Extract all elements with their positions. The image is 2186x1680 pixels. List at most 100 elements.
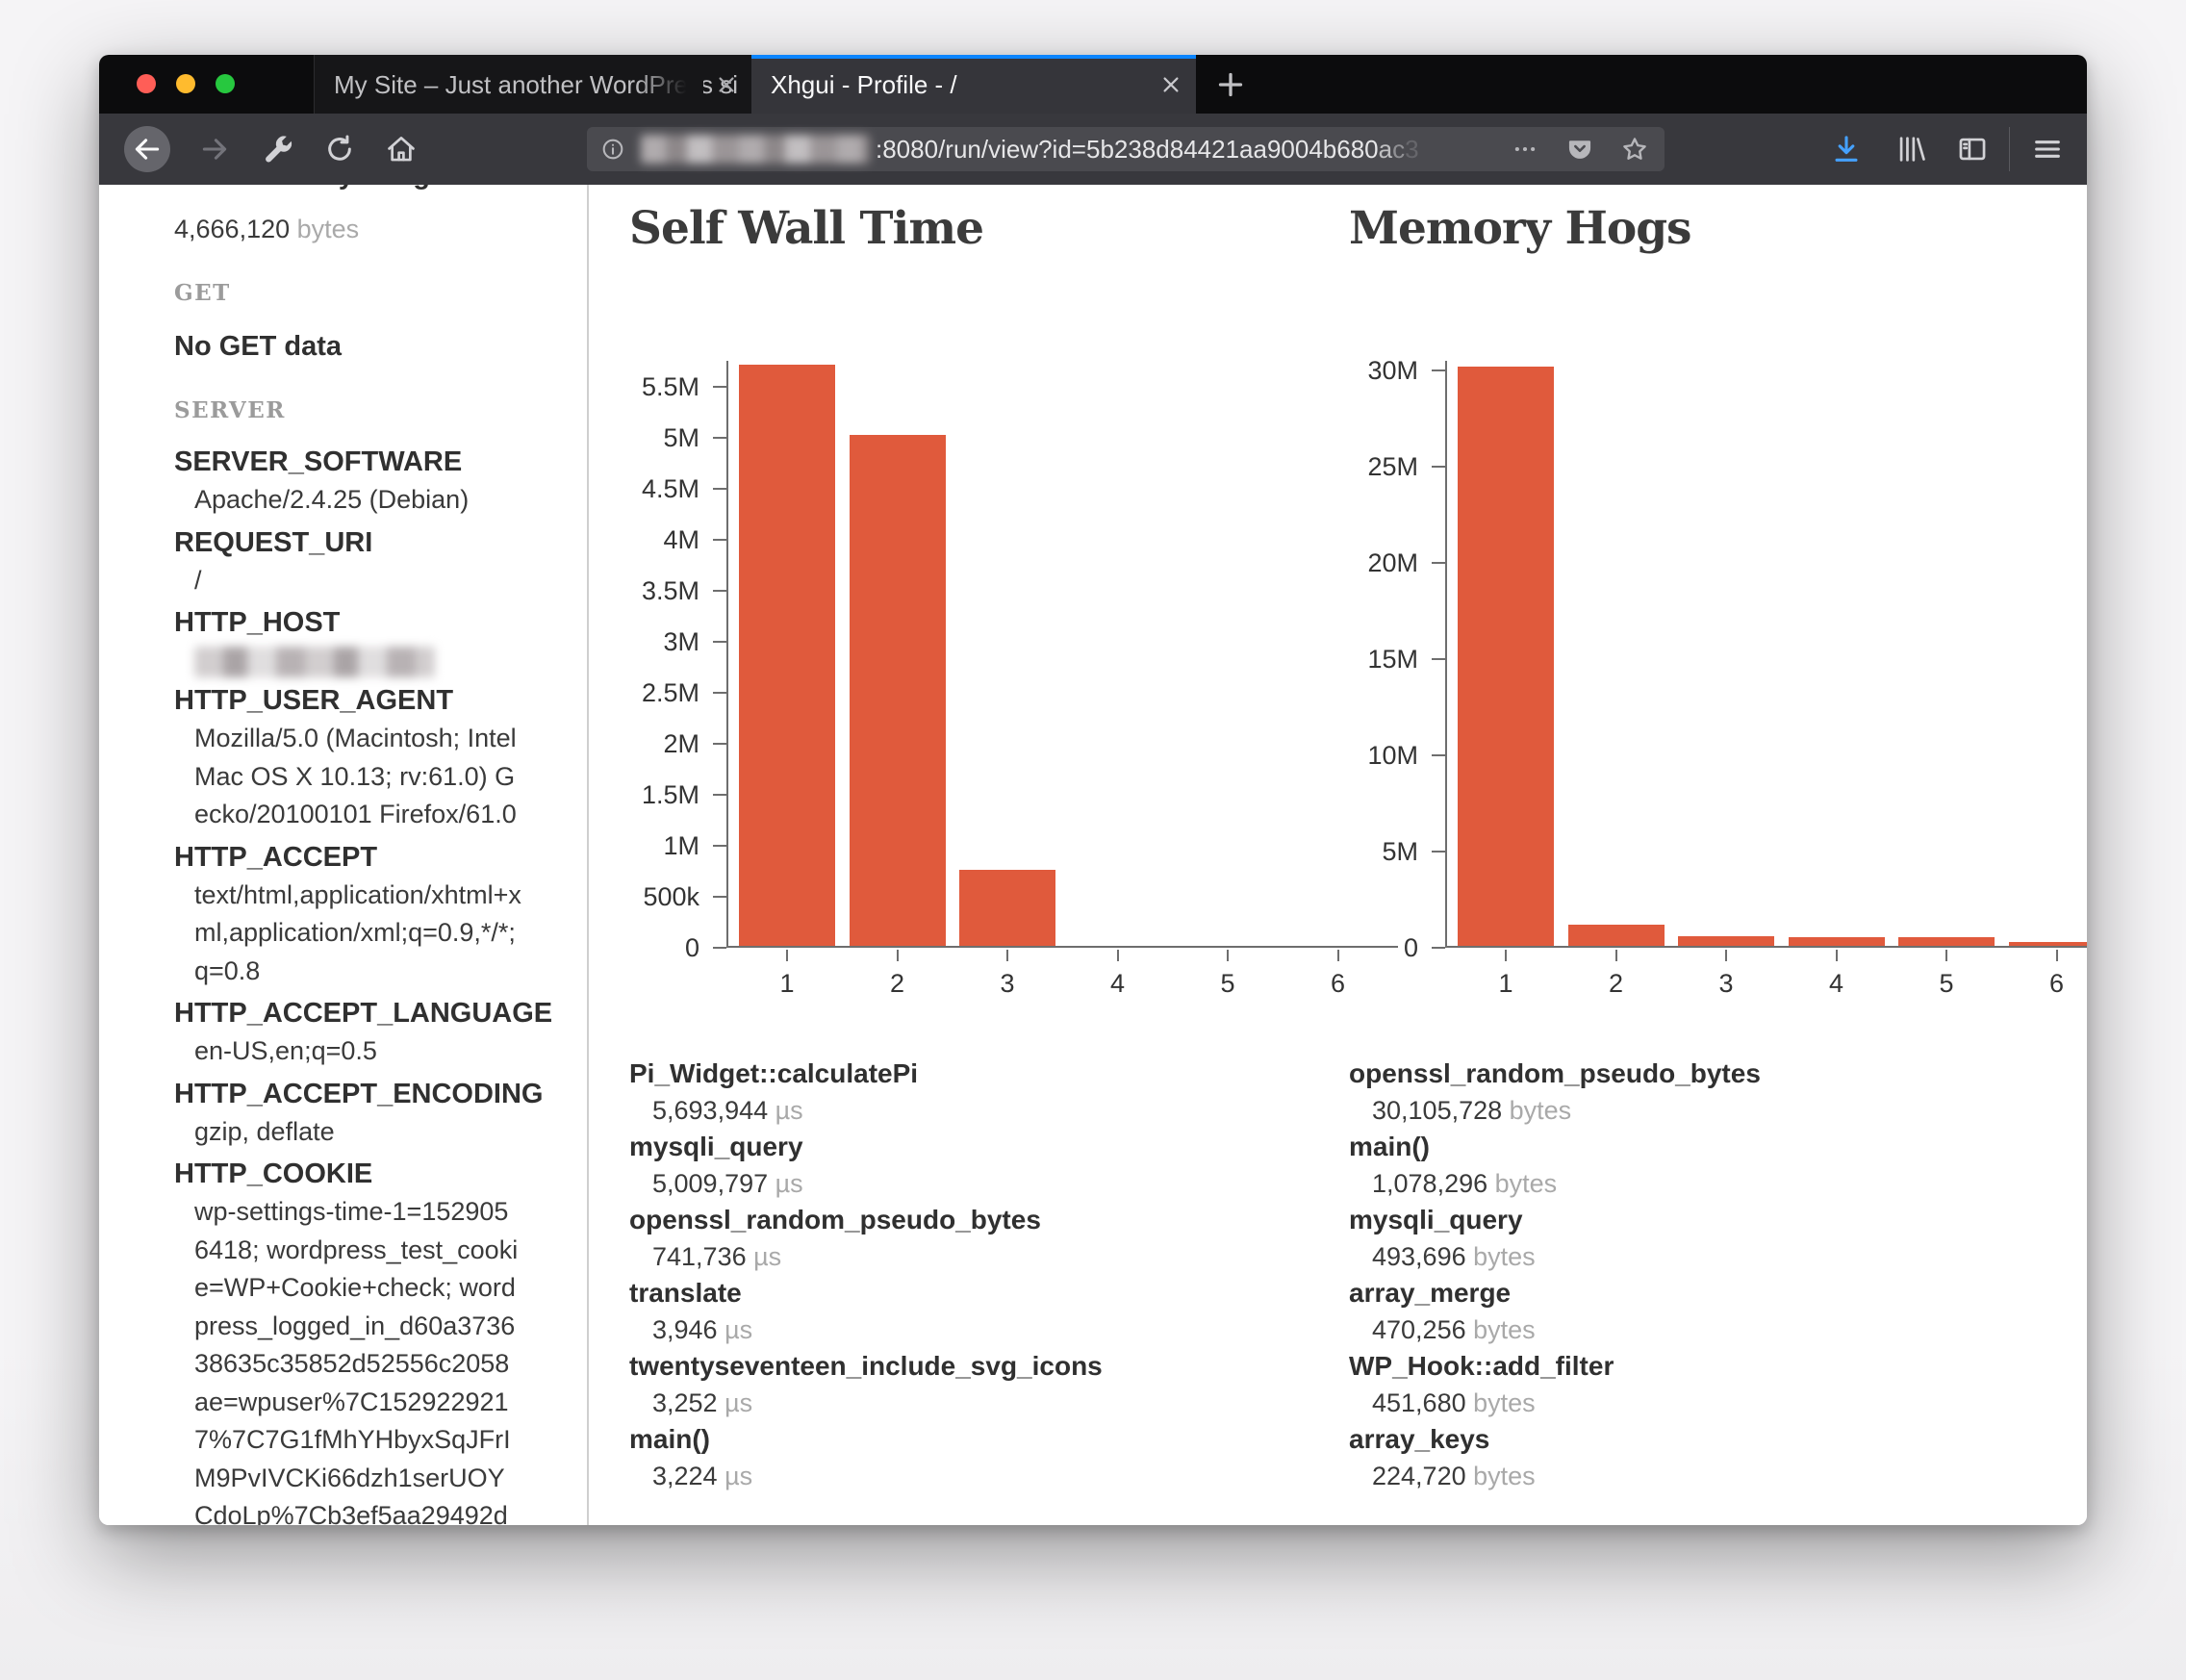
library-icon[interactable] xyxy=(1894,133,1927,165)
window-controls xyxy=(99,55,314,114)
x-tick-mark xyxy=(1725,950,1727,961)
y-tick-mark xyxy=(1432,466,1445,468)
reload-icon[interactable] xyxy=(323,133,356,165)
x-tick-mark xyxy=(1227,950,1229,961)
y-tick-label: 4.5M xyxy=(592,471,699,507)
close-tab-icon[interactable] xyxy=(713,71,740,98)
x-tick-mark xyxy=(1836,950,1838,961)
y-tick-label: 2.5M xyxy=(592,675,699,711)
x-tick-mark xyxy=(2056,950,2058,961)
y-tick-mark xyxy=(1432,562,1445,564)
url-bar[interactable]: :8080/run/view?id=5b238d84421aa9004b680a… xyxy=(587,127,1665,171)
wrench-icon[interactable] xyxy=(261,133,293,165)
bookmark-star-icon[interactable] xyxy=(1620,135,1649,164)
server-key: HTTP_ACCEPT_ENCODING xyxy=(174,1075,587,1113)
y-tick-mark xyxy=(713,386,726,388)
y-tick-label: 2M xyxy=(592,725,699,762)
x-tick-label: 2 xyxy=(1578,965,1655,1002)
site-info-icon[interactable] xyxy=(600,137,625,162)
y-tick-mark xyxy=(1432,947,1445,949)
tab-bar: My Site – Just another WordPress si Xhgu… xyxy=(99,55,2087,114)
y-tick-mark xyxy=(713,641,726,643)
y-tick-label: 25M xyxy=(1310,448,1418,485)
close-tab-icon[interactable] xyxy=(1157,71,1184,98)
new-tab-button[interactable] xyxy=(1213,67,1248,102)
navigation-toolbar: :8080/run/view?id=5b238d84421aa9004b680a… xyxy=(99,114,2087,185)
tab-wordpress-site[interactable]: My Site – Just another WordPress si xyxy=(314,55,752,114)
back-button[interactable] xyxy=(124,126,170,172)
y-tick-mark xyxy=(713,590,726,592)
server-key: HTTP_ACCEPT_LANGUAGE xyxy=(174,994,587,1032)
function-value: 5,693,944 µs xyxy=(629,1092,1103,1129)
home-icon[interactable] xyxy=(385,133,418,165)
function-name: main() xyxy=(1349,1129,1761,1165)
blurred-host-value xyxy=(194,647,435,677)
profile-sidebar: Peak Memory Usage 4,666,120 bytes GET No… xyxy=(99,185,589,1525)
y-tick-mark xyxy=(713,845,726,847)
downloads-icon[interactable] xyxy=(1830,133,1863,165)
server-value: en-US,en;q=0.5 xyxy=(194,1032,521,1071)
y-tick-label: 20M xyxy=(1310,545,1418,581)
function-value: 741,736 µs xyxy=(629,1238,1103,1275)
toolbar-separator xyxy=(2009,127,2010,171)
menu-hamburger-icon[interactable] xyxy=(2031,133,2064,165)
bar xyxy=(1898,937,1995,946)
memory-hogs-chart: 05M10M15M20M25M30M123456 xyxy=(1445,361,2087,948)
y-tick-label: 1M xyxy=(592,827,699,864)
browser-window: My Site – Just another WordPress si Xhgu… xyxy=(99,55,2087,1525)
function-value: 3,252 µs xyxy=(629,1385,1103,1421)
url-text: :8080/run/view?id=5b238d84421aa9004b680a… xyxy=(876,127,1419,172)
y-tick-mark xyxy=(713,743,726,745)
get-section-heading: GET xyxy=(174,277,587,310)
self-wall-time-title: Self Wall Time xyxy=(629,202,983,255)
zoom-window-button[interactable] xyxy=(216,74,235,93)
tab-xhgui-profile[interactable]: Xhgui - Profile - / xyxy=(751,55,1196,114)
bar xyxy=(1568,925,1665,946)
x-tick-label: 2 xyxy=(859,965,936,1002)
function-value: 493,696 bytes xyxy=(1349,1238,1761,1275)
y-tick-label: 1.5M xyxy=(592,776,699,813)
y-tick-label: 10M xyxy=(1310,737,1418,774)
function-name: mysqli_query xyxy=(1349,1202,1761,1238)
pocket-icon[interactable] xyxy=(1566,136,1593,163)
server-value: Apache/2.4.25 (Debian) xyxy=(194,481,521,520)
x-tick-label: 4 xyxy=(1080,965,1157,1002)
forward-button[interactable] xyxy=(198,133,231,165)
function-name: WP_Hook::add_filter xyxy=(1349,1348,1761,1385)
x-tick-label: 1 xyxy=(749,965,826,1002)
server-value: wp-settings-time-1=1529056418; wordpress… xyxy=(194,1193,521,1525)
y-tick-mark xyxy=(713,488,726,490)
function-name: array_keys xyxy=(1349,1421,1761,1458)
function-value: 451,680 bytes xyxy=(1349,1385,1761,1421)
x-tick-mark xyxy=(1117,950,1119,961)
x-tick-label: 6 xyxy=(1300,965,1377,1002)
y-tick-mark xyxy=(713,539,726,541)
function-value: 3,946 µs xyxy=(629,1311,1103,1348)
y-tick-label: 500k xyxy=(592,878,699,915)
y-axis-line xyxy=(1445,361,1447,948)
y-tick-label: 15M xyxy=(1310,641,1418,677)
function-name: translate xyxy=(629,1275,1103,1311)
x-tick-label: 3 xyxy=(1688,965,1765,1002)
x-tick-mark xyxy=(1006,950,1008,961)
y-tick-label: 5M xyxy=(592,420,699,456)
server-key: SERVER_SOFTWARE xyxy=(174,443,587,481)
sidebar-toggle-icon[interactable] xyxy=(1956,133,1989,165)
function-name: array_merge xyxy=(1349,1275,1761,1311)
x-tick-label: 1 xyxy=(1467,965,1544,1002)
y-tick-mark xyxy=(713,794,726,796)
blurred-hostname xyxy=(641,135,870,164)
y-tick-label: 30M xyxy=(1310,352,1418,389)
server-key: REQUEST_URI xyxy=(174,523,587,562)
function-name: mysqli_query xyxy=(629,1129,1103,1165)
function-value: 470,256 bytes xyxy=(1349,1311,1761,1348)
server-value xyxy=(194,647,521,677)
y-tick-label: 0 xyxy=(1310,929,1418,966)
minimize-window-button[interactable] xyxy=(176,74,195,93)
function-value: 3,224 µs xyxy=(629,1458,1103,1494)
x-tick-mark xyxy=(1505,950,1507,961)
function-name: openssl_random_pseudo_bytes xyxy=(629,1202,1103,1238)
page-actions-icon[interactable] xyxy=(1512,137,1538,162)
close-window-button[interactable] xyxy=(137,74,156,93)
bar xyxy=(2009,942,2088,946)
